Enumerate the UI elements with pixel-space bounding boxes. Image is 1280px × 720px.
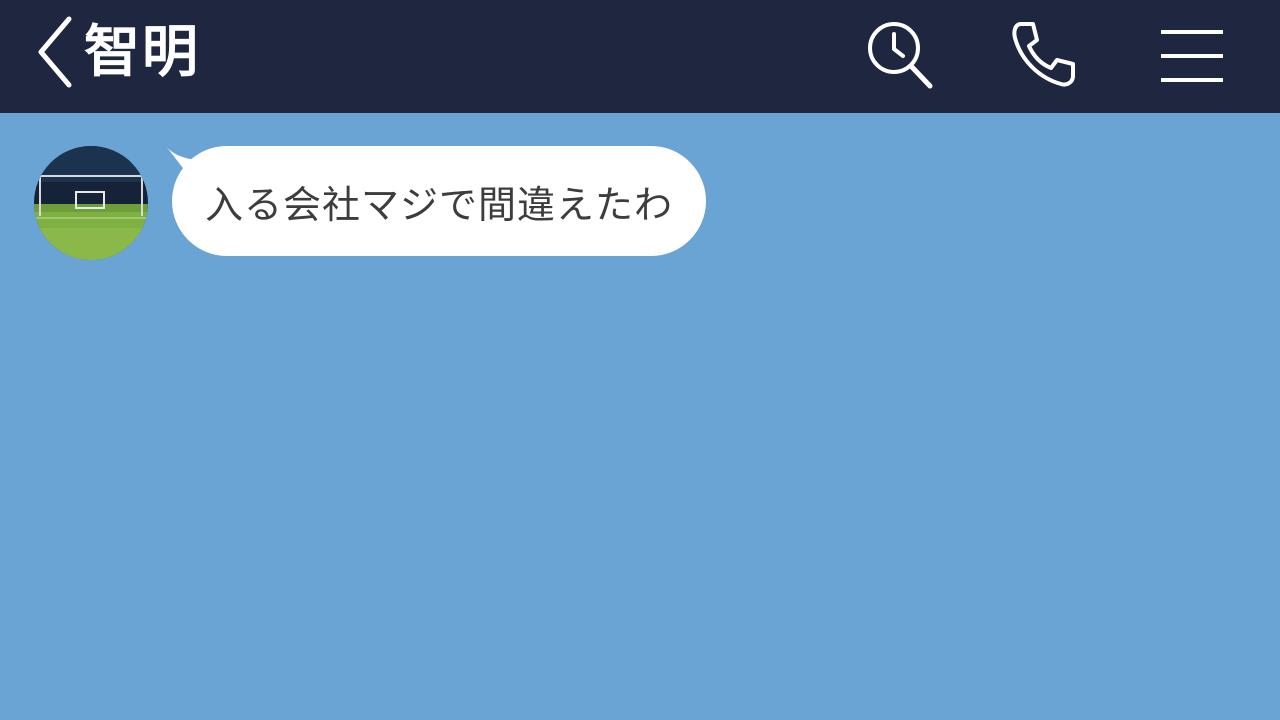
chat-screen: 智明 入る会社マジで間違えたわ [0, 0, 1280, 720]
search-history-icon [868, 22, 933, 89]
chevron-left-icon [38, 16, 72, 88]
phone-icon [1012, 22, 1075, 87]
search-button[interactable] [860, 14, 940, 94]
back-button[interactable] [30, 12, 80, 92]
avatar[interactable] [34, 146, 148, 260]
chat-header: 智明 [0, 0, 1280, 113]
chat-area[interactable]: 入る会社マジで間違えたわ [0, 113, 1280, 720]
call-button[interactable] [1003, 14, 1083, 94]
message-row: 入る会社マジで間違えたわ [0, 113, 1280, 273]
hamburger-menu-icon [1161, 30, 1223, 82]
message-bubble[interactable]: 入る会社マジで間違えたわ [172, 146, 707, 256]
soccer-field-avatar [34, 146, 148, 260]
menu-button[interactable] [1152, 14, 1232, 94]
chat-title: 智明 [84, 20, 200, 85]
